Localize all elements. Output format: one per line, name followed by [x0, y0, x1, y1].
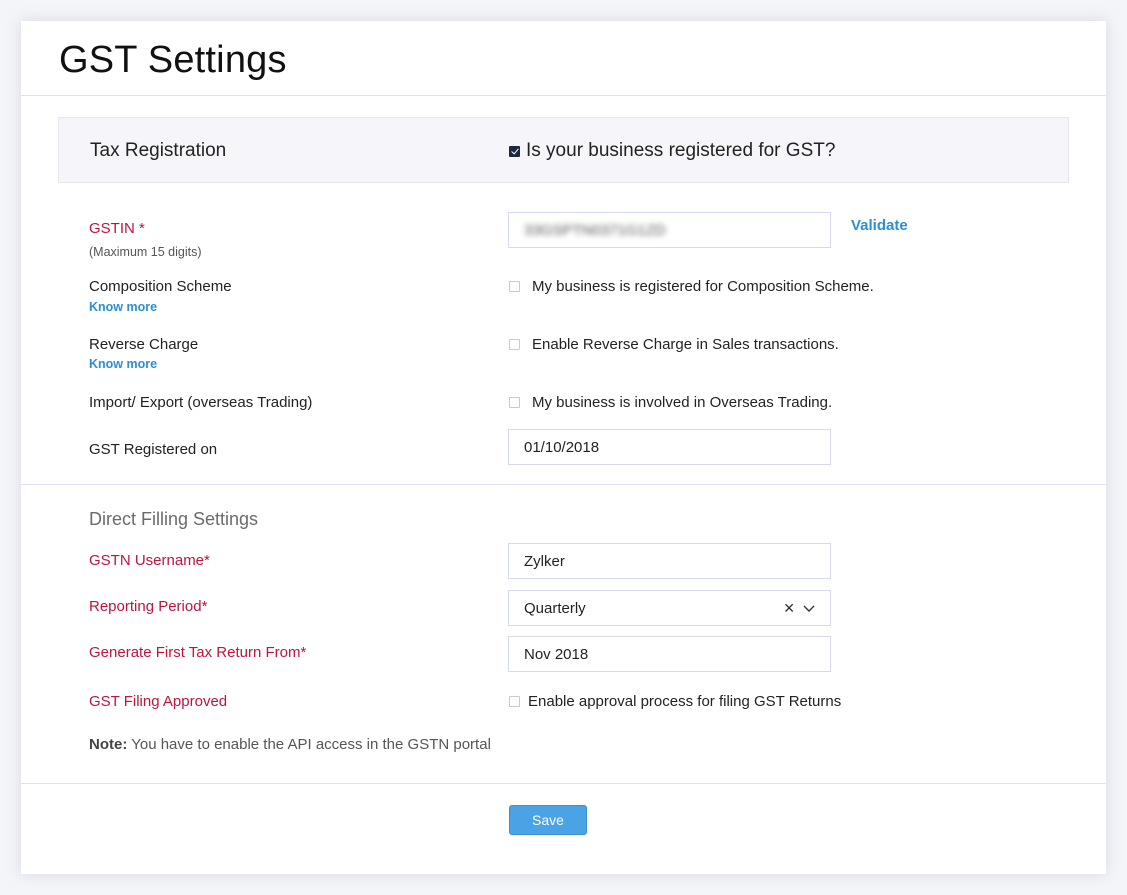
- gst-registered-checkbox-row[interactable]: Is your business registered for GST?: [509, 140, 835, 162]
- clear-icon[interactable]: ✕: [783, 600, 795, 617]
- reverse-charge-label: Reverse Charge: [89, 336, 199, 353]
- page-title: GST Settings: [59, 39, 287, 81]
- composition-know-more-link[interactable]: Know more: [89, 300, 157, 314]
- reporting-period-select[interactable]: Quarterly ✕: [508, 590, 831, 626]
- chevron-down-icon[interactable]: [803, 600, 815, 616]
- filing-approved-checkbox-row[interactable]: Enable approval process for filing GST R…: [509, 693, 841, 710]
- gstn-username-value: Zylker: [524, 552, 565, 570]
- registered-on-label: GST Registered on: [89, 441, 218, 458]
- gst-registered-checkbox[interactable]: [509, 145, 520, 157]
- section-divider: [21, 484, 1106, 485]
- registered-on-value: 01/10/2018: [524, 438, 600, 456]
- reverse-charge-know-more-link[interactable]: Know more: [89, 357, 157, 371]
- title-divider: [21, 95, 1106, 96]
- reporting-period-label: Reporting Period*: [89, 598, 208, 615]
- registered-on-input[interactable]: 01/10/2018: [508, 429, 831, 465]
- import-export-label: Import/ Export (overseas Trading): [89, 394, 313, 411]
- import-export-checkbox[interactable]: [509, 397, 520, 408]
- validate-link[interactable]: Validate: [851, 217, 908, 234]
- note-bold: Note:: [89, 736, 128, 753]
- first-return-input[interactable]: Nov 2018: [508, 636, 831, 672]
- import-export-checkbox-row[interactable]: My business is involved in Overseas Trad…: [509, 394, 832, 411]
- import-export-checkbox-text: My business is involved in Overseas Trad…: [532, 394, 833, 411]
- gstin-label: GSTIN *: [89, 220, 145, 237]
- first-return-value: Nov 2018: [524, 645, 589, 663]
- gstin-hint: (Maximum 15 digits): [89, 245, 202, 259]
- reporting-period-value: Quarterly: [524, 599, 586, 617]
- gst-registered-question: Is your business registered for GST?: [526, 140, 836, 161]
- reverse-charge-checkbox-text: Enable Reverse Charge in Sales transacti…: [532, 336, 839, 353]
- composition-checkbox-text: My business is registered for Compositio…: [532, 278, 874, 295]
- note-text: You have to enable the API access in the…: [127, 736, 491, 753]
- api-access-note: Note: You have to enable the API access …: [89, 736, 491, 753]
- reverse-charge-checkbox[interactable]: [509, 339, 520, 350]
- composition-checkbox-row[interactable]: My business is registered for Compositio…: [509, 278, 874, 295]
- footer-divider: [21, 783, 1106, 784]
- tax-registration-header: Tax Registration Is your business regist…: [58, 117, 1069, 183]
- composition-checkbox[interactable]: [509, 281, 520, 292]
- filing-approved-checkbox-text: Enable approval process for filing GST R…: [528, 693, 842, 710]
- gstn-username-label: GSTN Username*: [89, 552, 210, 569]
- direct-filing-title: Direct Filling Settings: [89, 509, 259, 529]
- settings-card: GST Settings Tax Registration Is your bu…: [21, 21, 1106, 874]
- gstin-input[interactable]: 33GSPTN0371G1ZD: [508, 212, 831, 248]
- gstin-value: 33GSPTN0371G1ZD: [524, 221, 666, 239]
- reverse-charge-checkbox-row[interactable]: Enable Reverse Charge in Sales transacti…: [509, 336, 839, 353]
- save-button[interactable]: Save: [509, 805, 587, 835]
- gstn-username-input[interactable]: Zylker: [508, 543, 831, 579]
- tax-registration-label: Tax Registration: [90, 140, 227, 161]
- first-return-label: Generate First Tax Return From*: [89, 644, 307, 661]
- filing-approved-checkbox[interactable]: [509, 696, 520, 707]
- composition-scheme-label: Composition Scheme: [89, 278, 232, 295]
- filing-approved-label: GST Filing Approved: [89, 693, 228, 710]
